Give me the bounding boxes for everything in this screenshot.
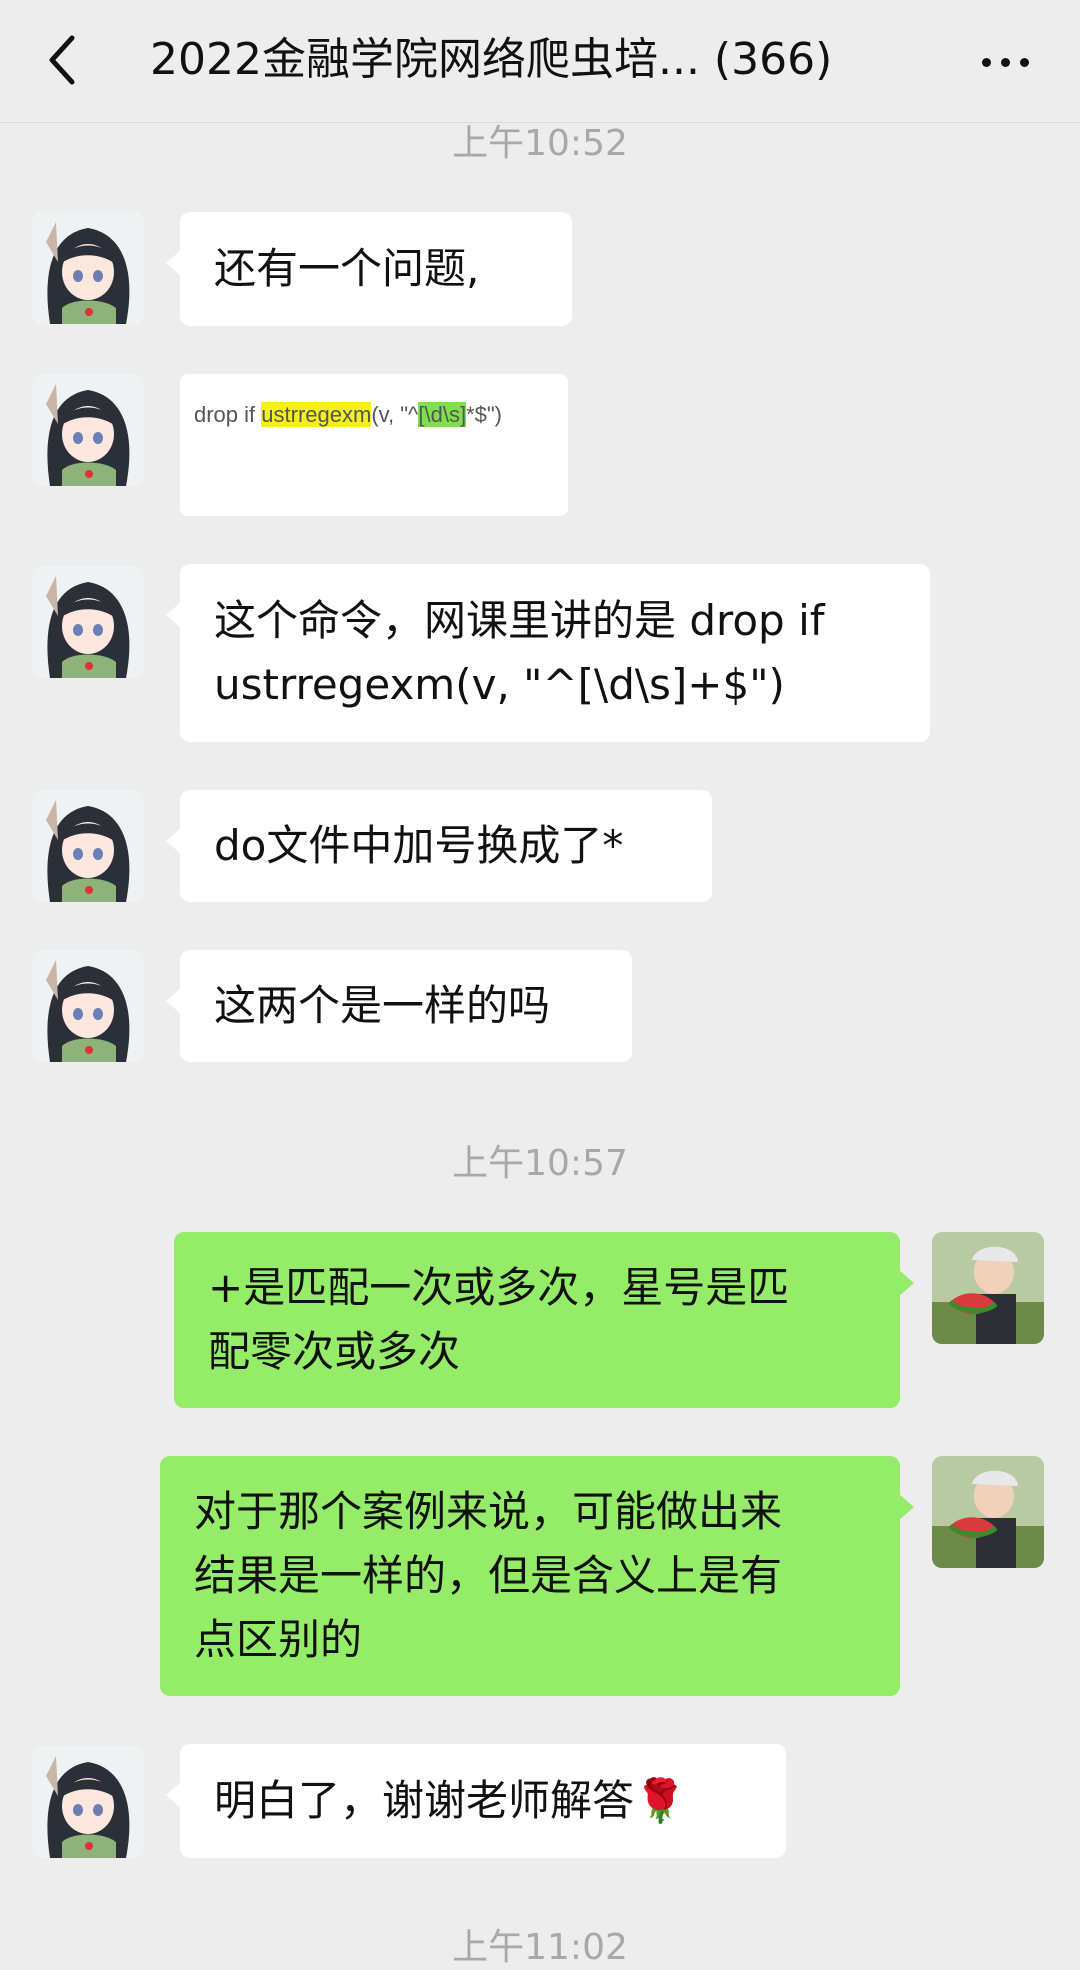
message-text-line: 配零次或多次 [208,1327,461,1376]
message-bubble-self[interactable]: +是匹配一次或多次，星号是匹 配零次或多次 [174,1232,914,1408]
timestamp: 上午11:02 [452,1927,628,1968]
message-text-line: 点区别的 [194,1615,363,1664]
avatar[interactable] [32,566,144,678]
message-text-line: 结果是一样的，但是含义上是有 [194,1551,783,1600]
message-text-line: +是匹配一次或多次，星号是匹 [208,1263,790,1312]
avatar-anime-girl-icon [32,566,144,678]
avatar-anime-girl-icon [32,790,144,902]
message-bubble-self[interactable]: 对于那个案例来说，可能做出来 结果是一样的，但是含义上是有 点区别的 [160,1456,914,1696]
avatar-anime-girl-icon [32,950,144,1062]
message-bubble[interactable]: do文件中加号换成了* [166,790,712,902]
message-text-line: ustrregexm(v, "^[\d\s]+$") [214,660,785,709]
avatar-anime-girl-icon [32,374,144,486]
avatar-self[interactable] [932,1232,1044,1344]
avatar[interactable] [32,790,144,902]
back-chevron-icon[interactable] [40,28,90,92]
avatar[interactable] [32,950,144,1062]
code-text: *$") [466,402,502,427]
avatar[interactable] [32,1746,144,1858]
avatar-boy-watermelon-icon [932,1232,1044,1344]
message-text: 这两个是一样的吗 [214,981,551,1030]
message-bubble[interactable]: 明白了，谢谢老师解答🌹 [166,1744,786,1858]
code-highlight-class: [\d\s] [418,402,467,427]
avatar-boy-watermelon-icon [932,1456,1044,1568]
chat-title: 2022金融学院网络爬虫培... (366) [150,34,833,85]
avatar-anime-girl-icon [32,1746,144,1858]
more-dots-icon[interactable] [976,36,1036,86]
message-bubble[interactable]: 还有一个问题, [166,212,572,326]
chat-header: 2022金融学院网络爬虫培... (366) [0,0,1080,123]
code-text: drop if [194,402,262,427]
code-snippet: drop if ustrregexm(v, "^[\d\s]*$") [194,402,502,428]
avatar[interactable] [32,212,144,324]
avatar-anime-girl-icon [32,212,144,324]
avatar[interactable] [32,374,144,486]
timestamp: 上午10:52 [452,123,628,164]
message-text: 还有一个问题, [214,244,480,293]
timestamp: 上午10:57 [452,1143,628,1184]
message-text-line: 对于那个案例来说，可能做出来 [194,1487,783,1536]
message-bubble[interactable]: 这个命令，网课里讲的是 drop if ustrregexm(v, "^[\d\… [166,564,930,742]
message-text: do文件中加号换成了* [214,821,624,870]
message-bubble[interactable]: 这两个是一样的吗 [166,950,632,1062]
image-message[interactable]: drop if ustrregexm(v, "^[\d\s]*$") [180,374,568,516]
message-text: 明白了，谢谢老师解答🌹 [214,1776,687,1825]
avatar-self[interactable] [932,1456,1044,1568]
code-highlight-function: ustrregexm [261,402,372,427]
message-text-line: 这个命令，网课里讲的是 drop if [214,596,825,645]
code-text: (v, "^ [371,402,419,427]
